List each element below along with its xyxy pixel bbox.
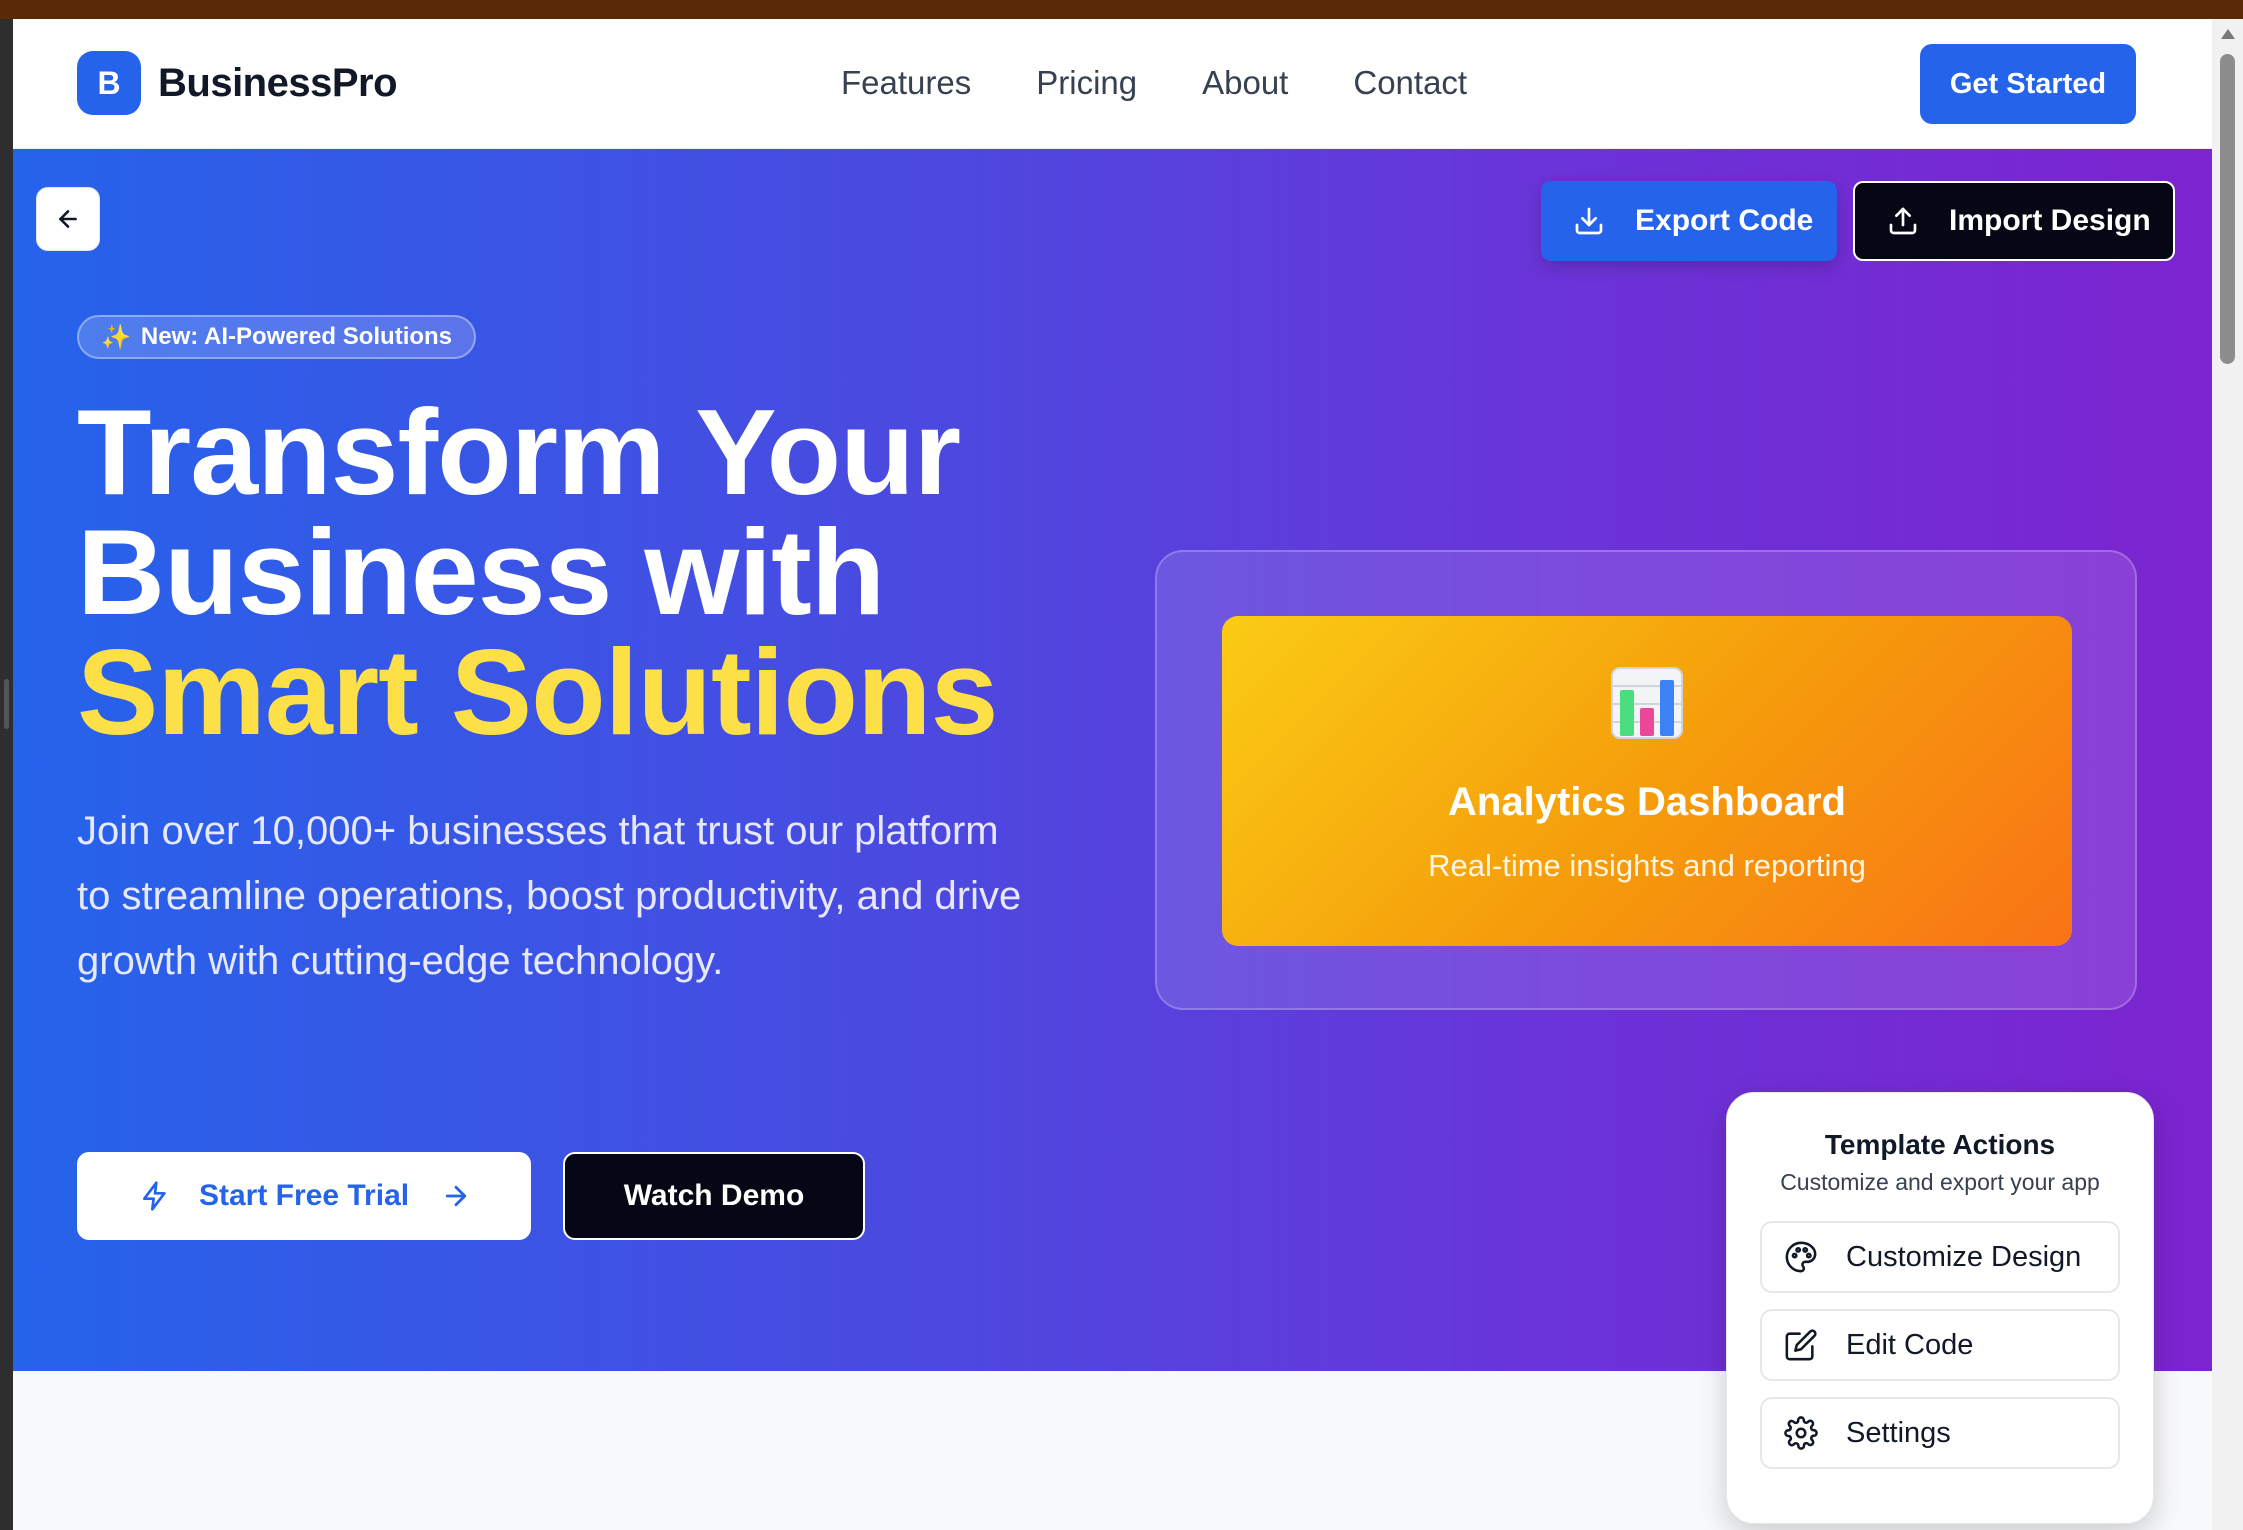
vertical-scrollbar[interactable] bbox=[2212, 19, 2243, 1530]
scroll-up-arrow-icon[interactable] bbox=[2221, 29, 2235, 39]
headline-line-1: Transform Your bbox=[77, 384, 961, 520]
export-code-label: Export Code bbox=[1635, 204, 1814, 237]
site-header: B BusinessPro Features Pricing About Con… bbox=[13, 19, 2212, 149]
gear-icon bbox=[1784, 1416, 1818, 1450]
analytics-dashboard-card[interactable]: Analytics Dashboard Real-time insights a… bbox=[1222, 616, 2072, 946]
nav-link-features[interactable]: Features bbox=[841, 63, 971, 103]
headline-accent: Smart Solutions bbox=[77, 624, 998, 760]
template-actions-panel: Template Actions Customize and export yo… bbox=[1726, 1092, 2154, 1524]
upload-icon bbox=[1887, 205, 1919, 237]
hero-description: Join over 10,000+ businesses that trust … bbox=[77, 809, 1022, 983]
brand-logo[interactable]: B BusinessPro bbox=[77, 51, 398, 115]
start-free-trial-button[interactable]: Start Free Trial bbox=[77, 1152, 531, 1240]
badge-text: New: AI-Powered Solutions bbox=[140, 323, 453, 350]
import-design-button[interactable]: Import Design bbox=[1853, 181, 2175, 261]
get-started-button[interactable]: Get Started bbox=[1920, 44, 2136, 124]
window-top-strip bbox=[0, 0, 2243, 19]
window-left-edge bbox=[0, 19, 13, 1530]
start-free-trial-label: Start Free Trial bbox=[199, 1179, 410, 1212]
hero-headline: Transform Your Business with Smart Solut… bbox=[77, 384, 998, 760]
scrollbar-thumb[interactable] bbox=[2220, 54, 2235, 364]
sparkles-icon: ✨ bbox=[101, 323, 131, 351]
edit-code-button[interactable]: Edit Code bbox=[1760, 1309, 2120, 1381]
page-viewport: B BusinessPro Features Pricing About Con… bbox=[13, 19, 2243, 1530]
export-code-button[interactable]: Export Code bbox=[1541, 181, 1837, 261]
arrow-left-icon bbox=[59, 210, 77, 228]
analytics-title: Analytics Dashboard bbox=[1448, 780, 1846, 824]
download-icon bbox=[1573, 205, 1605, 237]
panel-title: Template Actions bbox=[1824, 1129, 2056, 1160]
bar-chart-icon bbox=[1611, 667, 1683, 739]
import-design-label: Import Design bbox=[1949, 204, 2151, 237]
feature-preview-card: Analytics Dashboard Real-time insights a… bbox=[1155, 550, 2137, 1010]
headline-line-2: Business with bbox=[77, 504, 885, 640]
palette-icon bbox=[1784, 1240, 1818, 1274]
edit-code-label: Edit Code bbox=[1846, 1328, 1974, 1361]
analytics-subtitle: Real-time insights and reporting bbox=[1428, 848, 1866, 883]
logo-mark: B bbox=[77, 51, 141, 115]
nav-link-pricing[interactable]: Pricing bbox=[1036, 63, 1137, 103]
watch-demo-button[interactable]: Watch Demo bbox=[563, 1152, 865, 1240]
panel-subtitle: Customize and export your app bbox=[1780, 1169, 2100, 1195]
lightning-icon bbox=[143, 1181, 166, 1211]
announcement-badge: ✨ New: AI-Powered Solutions bbox=[77, 315, 477, 359]
nav-link-contact[interactable]: Contact bbox=[1353, 63, 1467, 103]
main-nav: Features Pricing About Contact bbox=[841, 63, 1532, 103]
resize-grip[interactable] bbox=[4, 679, 9, 729]
nav-link-about[interactable]: About bbox=[1202, 63, 1288, 103]
arrow-right-icon bbox=[445, 1185, 467, 1207]
back-button[interactable] bbox=[36, 187, 100, 251]
settings-label: Settings bbox=[1846, 1416, 1951, 1449]
edit-icon bbox=[1784, 1328, 1818, 1362]
customize-design-button[interactable]: Customize Design bbox=[1760, 1221, 2120, 1293]
customize-design-label: Customize Design bbox=[1846, 1240, 2082, 1273]
settings-button[interactable]: Settings bbox=[1760, 1397, 2120, 1469]
brand-name: BusinessPro bbox=[158, 60, 398, 105]
